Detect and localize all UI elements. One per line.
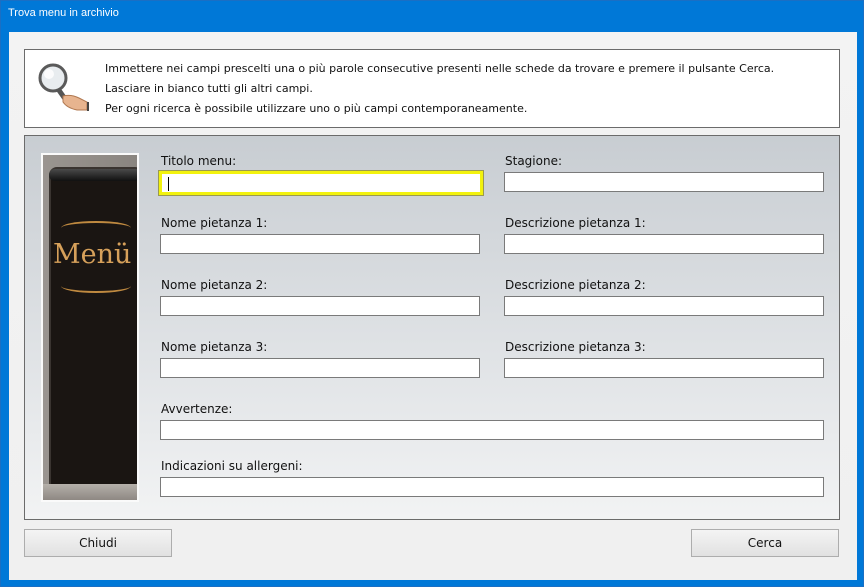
nome-pietanza-3-input[interactable] — [160, 358, 480, 378]
search-form: Menü Titolo menu: Nome pietanza 1: Nome … — [24, 135, 840, 520]
search-button[interactable]: Cerca — [691, 529, 839, 557]
nome-pietanza-1-input[interactable] — [160, 234, 480, 254]
magnifier-hand-icon — [38, 63, 89, 111]
descrizione-pietanza-2-input[interactable] — [504, 296, 824, 316]
menu-board-image: Menü — [41, 153, 139, 502]
titolo-menu-input[interactable] — [158, 170, 484, 196]
descrizione-pietanza-1-label: Descrizione pietanza 1: — [505, 216, 646, 230]
nome-pietanza-2-label: Nome pietanza 2: — [161, 278, 268, 292]
stagione-label: Stagione: — [505, 154, 562, 168]
allergeni-input[interactable] — [160, 477, 824, 497]
dialog-window: Trova menu in archivio Immettere nei cam… — [0, 0, 864, 587]
window-title: Trova menu in archivio — [8, 7, 119, 19]
stagione-input[interactable] — [504, 172, 824, 192]
descrizione-pietanza-2-label: Descrizione pietanza 2: — [505, 278, 646, 292]
descrizione-pietanza-3-label: Descrizione pietanza 3: — [505, 340, 646, 354]
avvertenze-input[interactable] — [160, 420, 824, 440]
nome-pietanza-1-label: Nome pietanza 1: — [161, 216, 268, 230]
descrizione-pietanza-3-input[interactable] — [504, 358, 824, 378]
info-box: Immettere nei campi prescelti una o più … — [24, 49, 840, 128]
dialog-client: Immettere nei campi prescelti una o più … — [9, 32, 857, 580]
close-button[interactable]: Chiudi — [24, 529, 172, 557]
titolo-menu-label: Titolo menu: — [161, 154, 237, 168]
descrizione-pietanza-1-input[interactable] — [504, 234, 824, 254]
info-line-2: Lasciare in bianco tutti gli altri campi… — [105, 82, 313, 95]
nome-pietanza-2-input[interactable] — [160, 296, 480, 316]
info-line-1: Immettere nei campi prescelti una o più … — [105, 62, 775, 75]
allergeni-label: Indicazioni su allergeni: — [161, 459, 303, 473]
avvertenze-label: Avvertenze: — [161, 402, 233, 416]
title-bar[interactable]: Trova menu in archivio — [1, 1, 863, 27]
nome-pietanza-3-label: Nome pietanza 3: — [161, 340, 268, 354]
menu-board-text: Menü — [53, 239, 132, 270]
info-line-3: Per ogni ricerca è possibile utilizzare … — [105, 102, 528, 115]
